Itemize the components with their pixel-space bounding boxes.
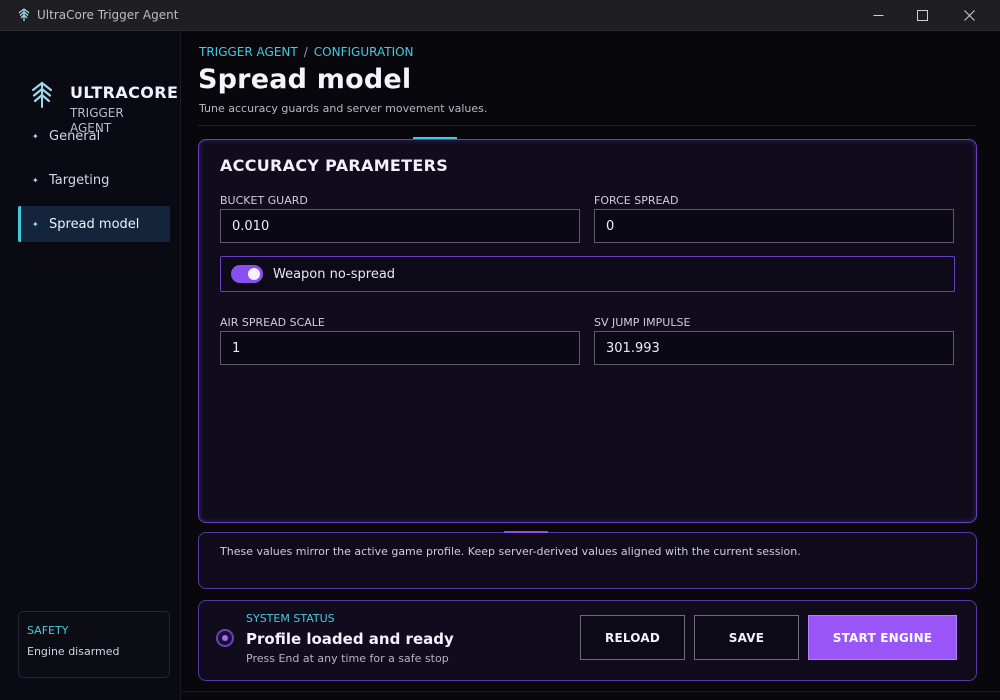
status-heading: SYSTEM STATUS [246,612,335,625]
header-divider [198,125,976,126]
status-hint: Press End at any time for a safe stop [246,652,449,665]
sparkle-icon: ✦ [32,175,39,185]
reload-button[interactable]: RELOAD [580,615,685,660]
weapon-no-spread-label: Weapon no-spread [273,267,396,282]
breadcrumb-item-trigger-agent[interactable]: TRIGGER AGENT [199,45,298,59]
close-button[interactable] [946,0,992,31]
maximize-button[interactable] [899,0,945,31]
accuracy-parameters-card: ACCURACY PARAMETERS BUCKET GUARD FORCE S… [198,139,977,523]
sidebar-item-label: General [49,128,101,144]
sv-jump-impulse-input[interactable] [594,331,954,365]
force-spread-input[interactable] [594,209,954,243]
minimize-icon [873,15,883,16]
save-button[interactable]: SAVE [694,615,799,660]
system-status-panel: SYSTEM STATUS Profile loaded and ready P… [198,600,977,681]
air-spread-scale-label: AIR SPREAD SCALE [220,316,325,329]
brand-logo-icon [31,81,53,108]
sparkle-icon: ✦ [32,131,39,141]
sidebar-item-label: Targeting [49,172,110,188]
title-bar: UltraCore Trigger Agent [0,0,1000,31]
sidebar-item-spread-model[interactable]: ✦ Spread model [18,206,170,242]
start-engine-button[interactable]: START ENGINE [808,615,957,660]
safety-panel: SAFETY Engine disarmed [18,611,170,678]
close-icon [963,10,975,21]
window-bottom-edge [182,691,1000,692]
breadcrumb: TRIGGER AGENT / CONFIGURATION [199,45,414,59]
weapon-no-spread-toggle[interactable] [231,265,263,283]
maximize-icon [916,10,928,21]
air-spread-scale-input[interactable] [220,331,580,365]
status-indicator-icon [216,629,234,647]
sidebar-item-label: Spread model [49,216,140,232]
note-accent [504,531,548,533]
window-title: UltraCore Trigger Agent [37,8,179,22]
sv-jump-impulse-label: SV JUMP IMPULSE [594,316,691,329]
sidebar-item-targeting[interactable]: ✦ Targeting [18,162,170,198]
brand-name: ULTRACORE [70,83,179,102]
sidebar: ULTRACORE TRIGGER AGENT ✦ General ✦ Targ… [0,31,181,700]
breadcrumb-item-configuration[interactable]: CONFIGURATION [314,45,414,59]
sparkle-icon: ✦ [32,219,39,229]
breadcrumb-separator: / [303,45,308,59]
bucket-guard-input[interactable] [220,209,580,243]
toggle-knob [248,268,260,280]
sidebar-item-general[interactable]: ✦ General [18,118,170,154]
minimize-button[interactable] [855,0,901,31]
page-subtitle: Tune accuracy guards and server movement… [199,102,488,115]
card-title: ACCURACY PARAMETERS [220,156,449,175]
weapon-no-spread-row[interactable]: Weapon no-spread [220,256,955,292]
bucket-guard-label: BUCKET GUARD [220,194,308,207]
app-logo-icon [18,8,30,21]
info-note: These values mirror the active game prof… [198,532,977,589]
safety-title: SAFETY [27,624,69,637]
info-note-text: These values mirror the active game prof… [220,545,801,558]
status-message: Profile loaded and ready [246,630,454,648]
page-title: Spread model [198,64,412,95]
force-spread-label: FORCE SPREAD [594,194,679,207]
safety-status: Engine disarmed [27,645,120,658]
